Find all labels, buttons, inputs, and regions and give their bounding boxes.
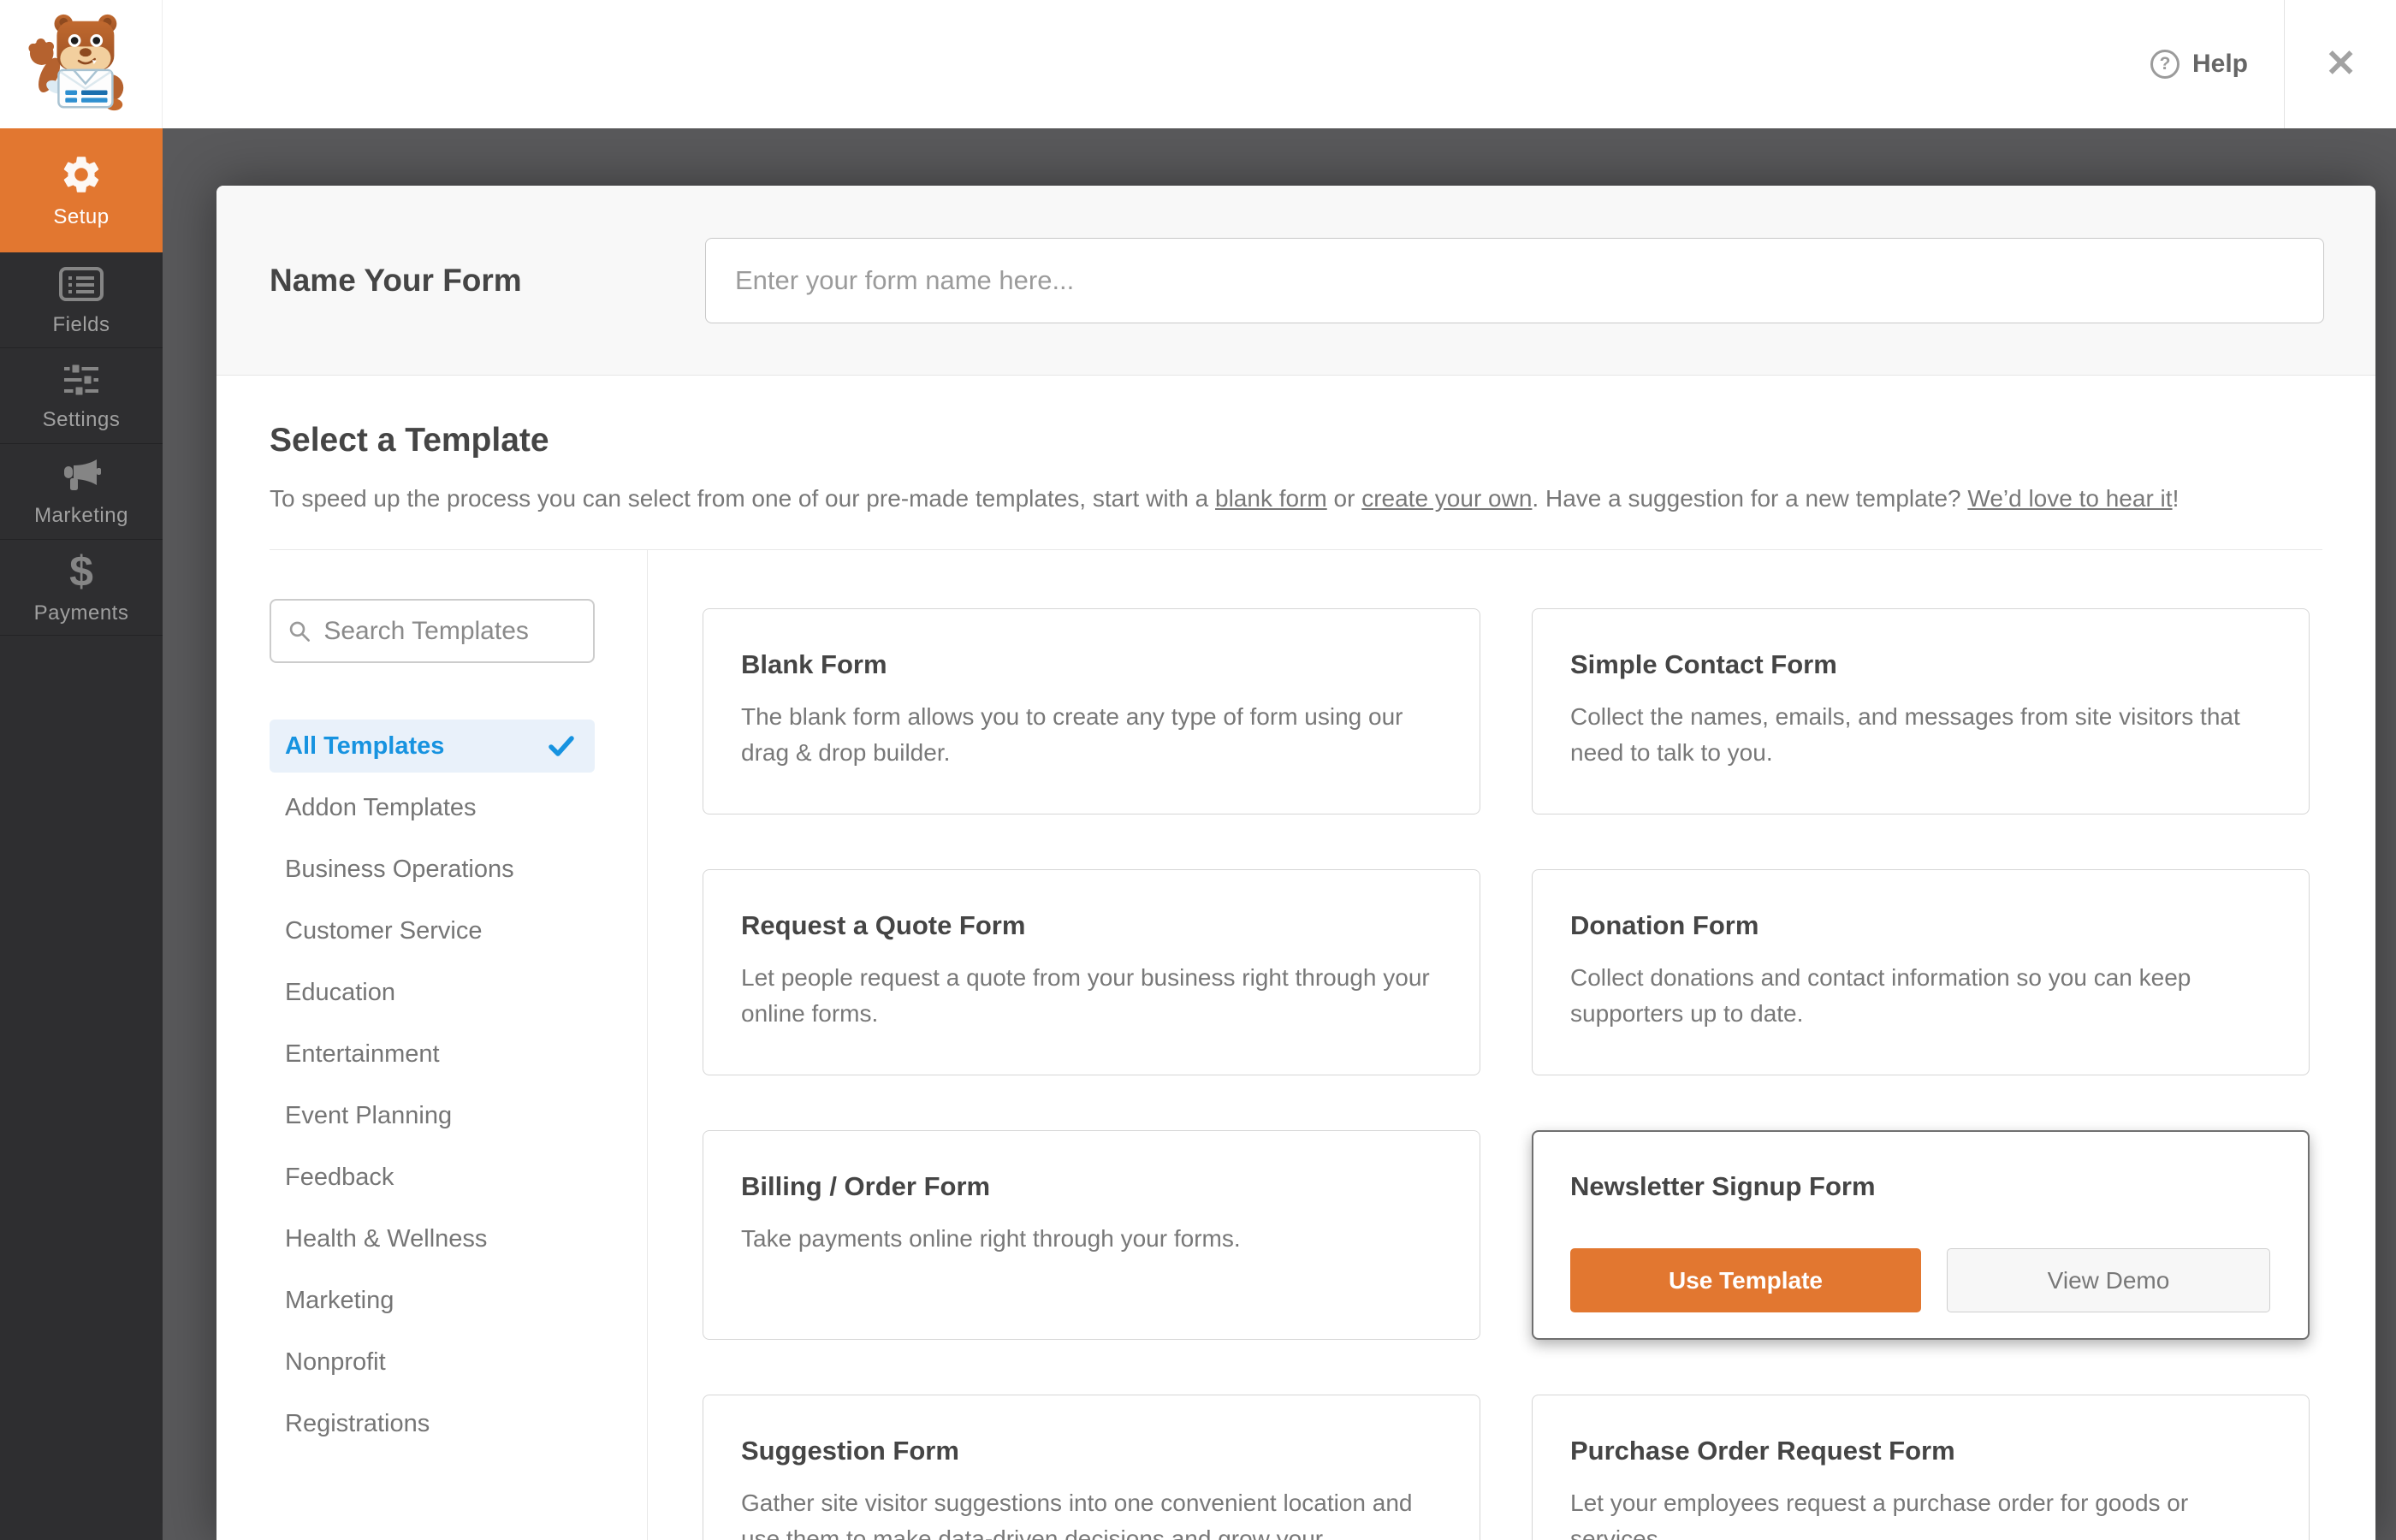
category-label: Registrations — [285, 1409, 430, 1437]
template-name: Suggestion Form — [741, 1436, 959, 1466]
sidebar-item-marketing[interactable]: Marketing — [0, 444, 163, 540]
intro-part1: To speed up the process you can select f… — [270, 485, 1216, 512]
search-templates-box — [270, 599, 595, 664]
search-icon — [289, 621, 310, 642]
template-card-simple-contact-form[interactable]: Simple Contact Form Collect the names, e… — [1532, 608, 2310, 815]
category-health-wellness[interactable]: Health & Wellness — [270, 1212, 595, 1265]
category-label: Health & Wellness — [285, 1224, 488, 1253]
category-business-operations[interactable]: Business Operations — [270, 843, 595, 896]
category-nonprofit[interactable]: Nonprofit — [270, 1336, 595, 1389]
category-feedback[interactable]: Feedback — [270, 1151, 595, 1204]
close-builder-button[interactable]: ✕ — [2285, 0, 2396, 128]
question-circle-icon: ? — [2150, 50, 2180, 79]
wpforms-bear-mascot-icon — [27, 14, 123, 111]
category-marketing[interactable]: Marketing — [270, 1274, 595, 1327]
template-description: Collect donations and contact informatio… — [1570, 964, 2191, 1028]
help-button[interactable]: ? Help — [2150, 50, 2248, 79]
template-description: Gather site visitor suggestions into one… — [741, 1490, 1413, 1540]
template-intro-text: To speed up the process you can select f… — [270, 482, 2322, 515]
template-name: Simple Contact Form — [1570, 649, 1837, 680]
top-bar: ? Help ✕ — [163, 0, 2396, 128]
category-customer-service[interactable]: Customer Service — [270, 904, 595, 957]
category-event-planning[interactable]: Event Planning — [270, 1089, 595, 1142]
wpforms-logo — [0, 0, 163, 128]
category-registrations[interactable]: Registrations — [270, 1397, 595, 1450]
blank-form-link[interactable]: blank form — [1215, 485, 1327, 512]
setup-panel: Name Your Form Select a Template To spee… — [216, 186, 2375, 1540]
builder-sidebar: Setup Fields Settings Marketing $ Paymen… — [0, 128, 163, 1540]
template-card-billing-order-form[interactable]: Billing / Order Form Take payments onlin… — [703, 1130, 1480, 1341]
category-label: Entertainment — [285, 1040, 440, 1068]
template-name: Billing / Order Form — [741, 1171, 991, 1202]
sidebar-item-label: Setup — [53, 204, 110, 228]
template-card-suggestion-form[interactable]: Suggestion Form Gather site visitor sugg… — [703, 1395, 1480, 1540]
sidebar-item-settings[interactable]: Settings — [0, 348, 163, 444]
form-name-input[interactable] — [705, 238, 2324, 323]
sidebar-item-fields[interactable]: Fields — [0, 252, 163, 348]
search-templates-input[interactable] — [323, 616, 576, 646]
name-your-form-section: Name Your Form — [216, 186, 2375, 376]
template-filter-column: All Templates Addon Templates Business O… — [270, 550, 648, 1540]
help-label: Help — [2191, 50, 2248, 78]
select-template-section: Select a Template To speed up the proces… — [216, 376, 2375, 1540]
category-label: Feedback — [285, 1163, 394, 1191]
sidebar-item-setup[interactable]: Setup — [0, 128, 163, 252]
template-description: Let people request a quote from your bus… — [741, 964, 1430, 1028]
category-all-templates[interactable]: All Templates — [270, 720, 595, 773]
intro-part3: . Have a suggestion for a new template? — [1532, 485, 1968, 512]
category-label: Education — [285, 978, 395, 1006]
template-description: Collect the names, emails, and messages … — [1570, 703, 2240, 767]
template-card-purchase-order-request-form[interactable]: Purchase Order Request Form Let your emp… — [1532, 1395, 2310, 1540]
category-label: Addon Templates — [285, 793, 477, 821]
category-entertainment[interactable]: Entertainment — [270, 1028, 595, 1081]
template-card-blank-form[interactable]: Blank Form The blank form allows you to … — [703, 608, 1480, 815]
sliders-icon — [64, 362, 98, 397]
category-addon-templates[interactable]: Addon Templates — [270, 781, 595, 834]
category-label: Customer Service — [285, 916, 483, 945]
sidebar-item-label: Marketing — [34, 503, 128, 527]
template-name: Request a Quote Form — [741, 910, 1026, 941]
template-description: The blank form allows you to create any … — [741, 703, 1403, 767]
gear-icon — [63, 156, 99, 192]
sidebar-item-label: Payments — [33, 601, 129, 625]
use-template-button[interactable]: Use Template — [1570, 1248, 1921, 1313]
template-name: Newsletter Signup Form — [1570, 1171, 1876, 1202]
intro-part4: ! — [2172, 485, 2180, 512]
suggestion-link[interactable]: We’d love to hear it — [1967, 485, 2172, 512]
close-icon: ✕ — [2325, 43, 2357, 85]
form-fields-icon — [59, 266, 104, 301]
create-your-own-link[interactable]: create your own — [1361, 485, 1532, 512]
view-demo-button[interactable]: View Demo — [1947, 1248, 2270, 1313]
template-description: Take payments online right through your … — [741, 1225, 1241, 1253]
template-name: Blank Form — [741, 649, 887, 680]
category-label: Business Operations — [285, 855, 514, 883]
name-your-form-title: Name Your Form — [270, 262, 522, 298]
template-card-donation-form[interactable]: Donation Form Collect donations and cont… — [1532, 869, 2310, 1076]
category-label: All Templates — [285, 732, 445, 760]
category-label: Nonprofit — [285, 1348, 386, 1376]
template-name: Donation Form — [1570, 910, 1759, 941]
category-label: Marketing — [285, 1286, 394, 1314]
sidebar-item-label: Settings — [42, 407, 121, 431]
sidebar-item-payments[interactable]: $ Payments — [0, 540, 163, 636]
category-label: Event Planning — [285, 1101, 453, 1129]
template-cards-column: Blank Form The blank form allows you to … — [648, 550, 2322, 1540]
check-icon — [549, 736, 574, 756]
intro-part2: or — [1326, 485, 1362, 512]
template-name: Purchase Order Request Form — [1570, 1436, 1955, 1466]
megaphone-icon — [64, 459, 101, 490]
sidebar-item-label: Fields — [52, 312, 110, 336]
category-education[interactable]: Education — [270, 966, 595, 1019]
select-template-title: Select a Template — [270, 422, 549, 459]
template-card-newsletter-signup-form[interactable]: Newsletter Signup Form Use Template View… — [1532, 1130, 2310, 1341]
template-description: Let your employees request a purchase or… — [1570, 1490, 2189, 1540]
template-card-request-a-quote-form[interactable]: Request a Quote Form Let people request … — [703, 869, 1480, 1076]
dollar-icon: $ — [69, 547, 93, 595]
template-category-list: All Templates Addon Templates Business O… — [270, 720, 595, 1450]
